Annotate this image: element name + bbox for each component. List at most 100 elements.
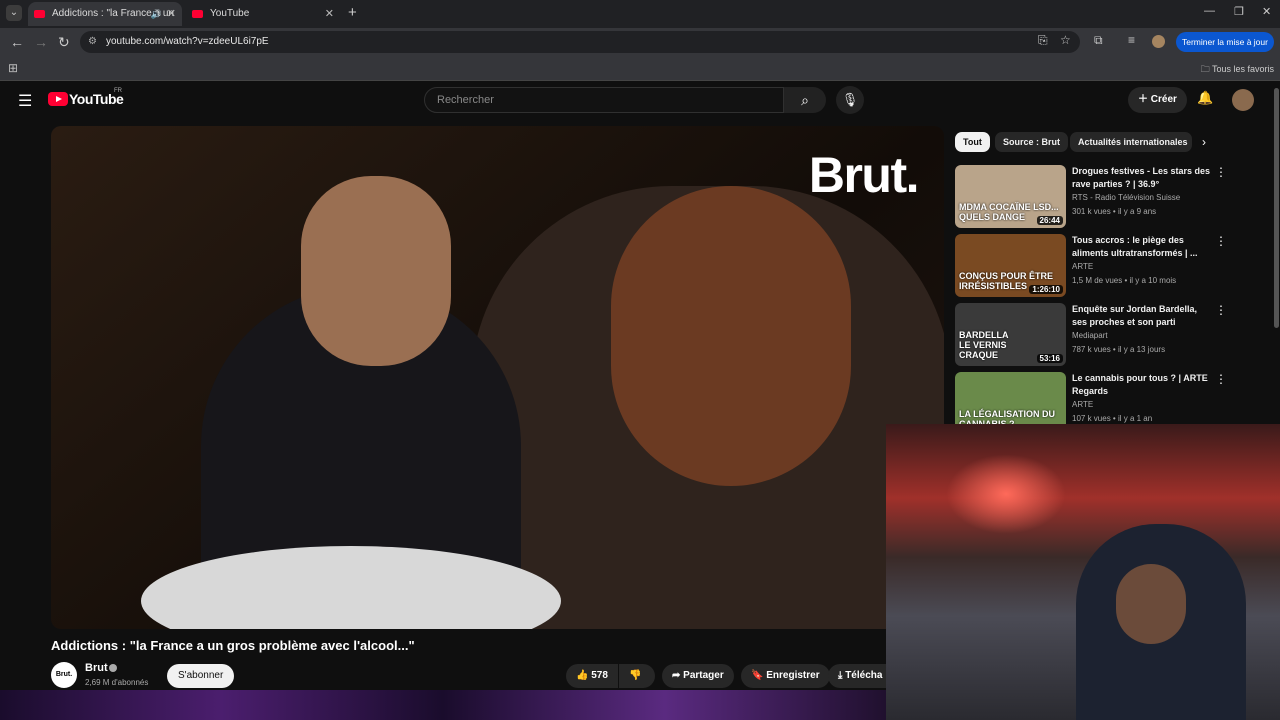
search-icon[interactable]: ⌕	[784, 87, 826, 113]
subscriber-count: 2,69 M d'abonnés	[85, 678, 149, 687]
share-button[interactable]: ➦ Partager	[662, 664, 734, 688]
menu-icon[interactable]: ☰	[18, 91, 32, 111]
minimize-icon[interactable]: —	[1204, 5, 1215, 17]
reading-list-icon[interactable]: ≡	[1128, 33, 1135, 47]
download-label: Télécha	[845, 670, 883, 681]
brut-watermark: Brut.	[808, 147, 920, 203]
new-tab-icon[interactable]: +	[348, 4, 357, 21]
folder-icon: 🗀	[1200, 64, 1212, 74]
site-info-icon[interactable]: ⚙	[88, 31, 97, 53]
cam-face	[1116, 564, 1186, 644]
thumbs-up-icon: 👍	[576, 670, 592, 681]
recommendation-title[interactable]: Tous accros : le piège des aliments ultr…	[1072, 234, 1212, 260]
like-count: 578	[591, 670, 608, 681]
video-thumbnail[interactable]: CONÇUS POUR ÊTRE IRRÉSISTIBLES 1:26:10	[955, 234, 1066, 297]
recommendation-channel[interactable]: ARTE	[1072, 400, 1093, 409]
reload-icon[interactable]: ↻	[58, 34, 70, 51]
video-player[interactable]: Brut.	[51, 126, 944, 629]
apps-grid-icon[interactable]: ⊞	[8, 61, 18, 75]
profile-icon[interactable]	[1152, 35, 1165, 48]
more-options-icon[interactable]: ⋮	[1215, 303, 1227, 317]
save-label: Enregistrer	[766, 670, 820, 681]
video-thumbnail[interactable]: BARDELLA LE VERNIS CRAQUE 53:16	[955, 303, 1066, 366]
chip-all[interactable]: Tout	[955, 132, 990, 152]
page-scrollbar[interactable]	[1274, 88, 1279, 328]
verified-icon	[109, 664, 117, 672]
url-text: youtube.com/watch?v=zdeeUL6i7pE	[106, 36, 269, 47]
create-label: Créer	[1150, 94, 1177, 105]
recommendation-item[interactable]: CONÇUS POUR ÊTRE IRRÉSISTIBLES 1:26:10 T…	[955, 234, 1265, 298]
duration-badge: 26:44	[1036, 216, 1063, 225]
all-bookmarks-label: Tous les favoris	[1211, 64, 1274, 74]
cam-light	[946, 454, 1066, 534]
close-window-icon[interactable]: ✕	[1262, 5, 1271, 18]
recommendation-title[interactable]: Drogues festives - Les stars des rave pa…	[1072, 165, 1212, 191]
cast-icon[interactable]: ⎘	[1038, 33, 1048, 48]
recommendation-meta: 1,5 M de vues • il y a 10 mois	[1072, 276, 1177, 285]
dislike-button[interactable]: 👎	[619, 664, 655, 688]
youtube-favicon-icon	[34, 10, 45, 18]
close-tab-icon[interactable]: ✕	[167, 2, 176, 26]
save-button[interactable]: 🔖 Enregistrer	[741, 664, 830, 688]
youtube-play-icon	[48, 92, 68, 106]
search-input[interactable]: Rechercher	[424, 87, 784, 113]
tab-active[interactable]: Addictions : "la France a un 🔊 ✕	[28, 2, 182, 26]
extensions-icon[interactable]: ⧉	[1094, 33, 1103, 48]
video-frame-head	[301, 176, 451, 366]
channel-name[interactable]: Brut	[85, 662, 108, 674]
recommendation-channel[interactable]: RTS - Radio Télévision Suisse	[1072, 193, 1180, 202]
chip-international[interactable]: Actualités internationales	[1070, 132, 1192, 152]
back-icon[interactable]: ←	[10, 34, 24, 50]
below-content-strip	[0, 690, 886, 720]
country-code: FR	[114, 88, 122, 94]
forward-icon[interactable]: →	[34, 34, 48, 50]
webcam-overlay	[886, 424, 1280, 720]
youtube-favicon-icon	[192, 10, 203, 18]
update-button[interactable]: Terminer la mise à jour	[1176, 32, 1274, 52]
plus-icon: ＋	[1138, 94, 1151, 105]
recommendation-meta: 107 k vues • il y a 1 an	[1072, 414, 1153, 423]
share-icon: ➦	[672, 670, 684, 681]
recommendation-meta: 301 k vues • il y a 9 ans	[1072, 207, 1157, 216]
recommendation-item[interactable]: BARDELLA LE VERNIS CRAQUE 53:16 Enquête …	[955, 303, 1265, 367]
url-field[interactable]: ⚙ youtube.com/watch?v=zdeeUL6i7pE	[80, 31, 1080, 53]
recommendation-title[interactable]: Le cannabis pour tous ? | ARTE Regards	[1072, 372, 1212, 398]
maximize-icon[interactable]: ❐	[1234, 5, 1244, 18]
recommendation-channel[interactable]: ARTE	[1072, 262, 1093, 271]
recommendation-item[interactable]: MDMA COCAÏNE LSD... QUELS DANGE 26:44 Dr…	[955, 165, 1265, 229]
bookmark-bar: ⊞ 🗀 Tous les favoris	[0, 56, 1280, 81]
notifications-bell-icon[interactable]: 🔔	[1197, 90, 1213, 106]
channel-avatar[interactable]: Brut.	[51, 662, 77, 688]
tab-search-icon[interactable]: ⌄	[6, 5, 22, 21]
bookmark-icon: 🔖	[751, 670, 767, 681]
address-bar-row: ← → ↻ ⚙ youtube.com/watch?v=zdeeUL6i7pE …	[0, 28, 1280, 56]
mic-icon[interactable]: 🎙	[836, 86, 864, 114]
more-options-icon[interactable]: ⋮	[1215, 372, 1227, 386]
chip-source-brut[interactable]: Source : Brut	[995, 132, 1069, 152]
youtube-header: ☰ YouTube FR Rechercher ⌕ 🎙 ＋ Créer 🔔	[0, 81, 1280, 119]
video-thumbnail[interactable]: MDMA COCAÏNE LSD... QUELS DANGE 26:44	[955, 165, 1066, 228]
thumbnail-text: BARDELLA LE VERNIS CRAQUE	[959, 330, 1009, 360]
browser-tab-bar: ⌄ Addictions : "la France a un 🔊 ✕ YouTu…	[0, 0, 1280, 28]
download-button[interactable]: ⤓ Télécha	[828, 664, 886, 688]
video-frame-hair	[611, 186, 851, 486]
more-options-icon[interactable]: ⋮	[1215, 165, 1227, 179]
chevron-right-icon[interactable]: ›	[1202, 135, 1206, 149]
more-options-icon[interactable]: ⋮	[1215, 234, 1227, 248]
avatar[interactable]	[1232, 89, 1254, 111]
duration-badge: 1:26:10	[1029, 285, 1063, 294]
create-button[interactable]: ＋ Créer	[1128, 87, 1187, 113]
recommendation-title[interactable]: Enquête sur Jordan Bardella, ses proches…	[1072, 303, 1212, 329]
subscribe-button[interactable]: S'abonner	[167, 664, 235, 688]
thumbs-down-icon: 👎	[629, 670, 642, 681]
video-title: Addictions : "la France a un gros problè…	[51, 638, 415, 653]
tab-youtube[interactable]: YouTube ✕	[186, 2, 340, 26]
bookmark-star-icon[interactable]: ☆	[1060, 33, 1071, 47]
share-label: Partager	[683, 670, 724, 681]
recommendation-meta: 787 k vues • il y a 13 jours	[1072, 345, 1166, 354]
recommendation-channel[interactable]: Mediapart	[1072, 331, 1108, 340]
close-tab-icon[interactable]: ✕	[325, 2, 334, 26]
like-button[interactable]: 👍 578	[566, 664, 618, 688]
speaker-icon[interactable]: 🔊	[151, 2, 162, 26]
all-bookmarks[interactable]: 🗀 Tous les favoris	[1201, 62, 1274, 78]
